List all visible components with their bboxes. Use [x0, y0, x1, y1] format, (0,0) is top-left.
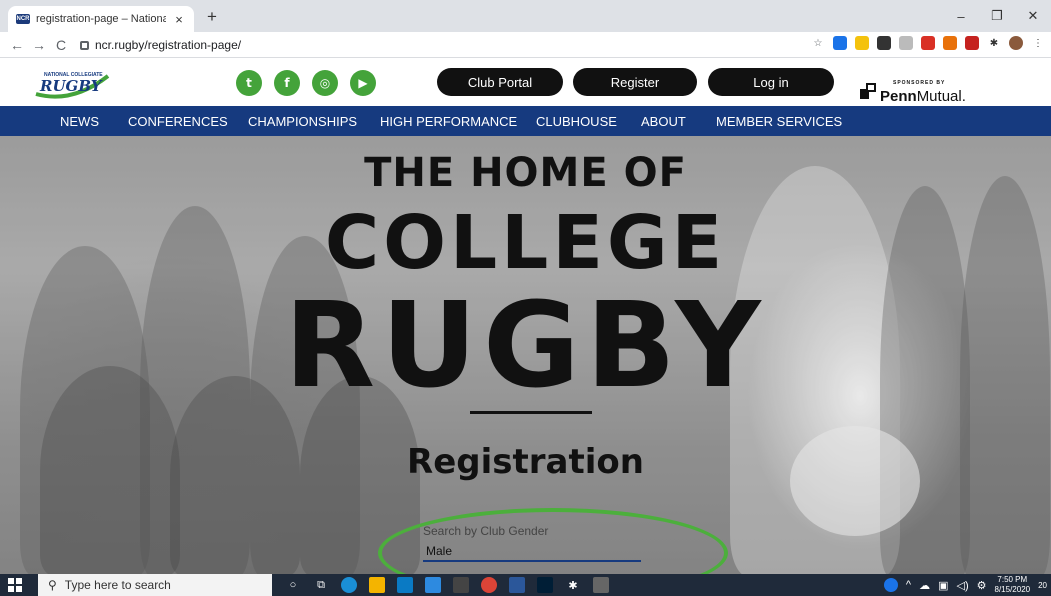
ncr-logo[interactable]: NATIONAL COLLEGIATE RUGBY: [32, 64, 112, 100]
store-icon[interactable]: [453, 577, 469, 593]
browser-tabbar: NCR registration-page – National Coll × …: [0, 0, 1051, 32]
chevron-up-icon[interactable]: ^: [906, 579, 911, 591]
profile-avatar[interactable]: [1009, 36, 1023, 50]
clock-date: 8/15/2020: [994, 585, 1031, 594]
sponsored-by-label: SPONSORED BY: [893, 80, 946, 86]
extension-icon[interactable]: [877, 36, 891, 50]
tab-close-icon[interactable]: ×: [172, 12, 186, 27]
vpn-icon[interactable]: ⚙: [977, 579, 987, 592]
login-button[interactable]: Log in: [708, 68, 834, 96]
vscode-icon[interactable]: [397, 577, 413, 593]
hero-line-3: RUGBY: [284, 276, 767, 414]
hero-divider: [470, 411, 592, 414]
sponsor-brand: PennMutual.: [880, 88, 966, 105]
lock-icon: [80, 40, 89, 50]
help-icon[interactable]: [883, 578, 898, 592]
register-button[interactable]: Register: [573, 68, 697, 96]
taskbar-search-placeholder: Type here to search: [64, 578, 171, 592]
minimize-button[interactable]: –: [943, 0, 979, 32]
new-tab-button[interactable]: +: [202, 7, 222, 27]
taskbar-apps: ○ ⧉ ✱: [285, 577, 609, 593]
volume-icon[interactable]: ◁): [957, 579, 969, 592]
notification-count[interactable]: 20: [1038, 581, 1047, 590]
page-title: Registration: [407, 442, 644, 482]
nav-item-about[interactable]: ABOUT: [641, 114, 686, 129]
extension-icon[interactable]: [943, 36, 957, 50]
word-icon[interactable]: [509, 577, 525, 593]
facebook-icon[interactable]: f: [274, 70, 300, 96]
network-icon[interactable]: ▣: [938, 579, 948, 592]
club-portal-button[interactable]: Club Portal: [437, 68, 563, 96]
taskbar-search[interactable]: ⚲ Type here to search: [38, 574, 272, 596]
nav-item-conferences[interactable]: CONFERENCES: [128, 114, 228, 129]
browser-tab[interactable]: NCR registration-page – National Coll ×: [8, 6, 194, 32]
main-nav: NEWS CONFERENCES CHAMPIONSHIPS HIGH PERF…: [0, 106, 1051, 136]
reload-button[interactable]: C: [50, 37, 72, 53]
address-bar[interactable]: ncr.rugby/registration-page/: [80, 35, 850, 55]
penn-mutual-icon: [860, 82, 876, 99]
task-view-icon[interactable]: ⧉: [313, 577, 329, 593]
puzzle-icon[interactable]: ✱: [987, 36, 1001, 50]
close-window-button[interactable]: ✕: [1015, 0, 1051, 32]
url-text: ncr.rugby/registration-page/: [95, 38, 242, 52]
cortana-icon[interactable]: ○: [285, 577, 301, 593]
settings-icon[interactable]: ✱: [565, 577, 581, 593]
tab-title: registration-page – National Coll: [36, 13, 166, 25]
menu-dots-icon[interactable]: ⋮: [1031, 36, 1045, 50]
file-explorer-icon[interactable]: [369, 577, 385, 593]
search-icon: ⚲: [48, 578, 57, 592]
extension-icons: ☆ ✱ ⋮: [811, 36, 1045, 50]
extension-icon[interactable]: [921, 36, 935, 50]
hero-line-1: THE HOME OF: [364, 150, 687, 196]
browser-toolbar: ← → C ncr.rugby/registration-page/ ☆ ✱ ⋮: [0, 32, 1051, 58]
windows-taskbar: ⚲ Type here to search ○ ⧉ ✱ ^ ☁ ▣ ◁) ⚙ 7…: [0, 574, 1051, 596]
maximize-button[interactable]: ❐: [979, 0, 1015, 32]
nav-item-news[interactable]: NEWS: [60, 114, 99, 129]
nav-item-championships[interactable]: CHAMPIONSHIPS: [248, 114, 357, 129]
bookmark-star-icon[interactable]: ☆: [811, 36, 825, 50]
system-tray: ^ ☁ ▣ ◁) ⚙ 7:50 PM 8/15/2020 20: [883, 574, 1047, 596]
instagram-icon[interactable]: ◎: [312, 70, 338, 96]
forward-button[interactable]: →: [28, 37, 50, 53]
clock-time: 7:50 PM: [997, 575, 1028, 584]
edge-icon[interactable]: [341, 577, 357, 593]
photoshop-icon[interactable]: [537, 577, 553, 593]
social-links: t f ◎ ▶: [236, 70, 376, 96]
app-icon[interactable]: [593, 577, 609, 593]
window-controls: – ❐ ✕: [943, 0, 1051, 32]
nav-item-clubhouse[interactable]: CLUBHOUSE: [536, 114, 617, 129]
site-header: NATIONAL COLLEGIATE RUGBY t f ◎ ▶ Club P…: [0, 58, 1051, 106]
hero-section: THE HOME OF COLLEGE RUGBY Registration S…: [0, 136, 1051, 574]
nav-item-high-performance[interactable]: HIGH PERFORMANCE: [380, 114, 517, 129]
logo-main-text: RUGBY: [39, 77, 103, 95]
twitter-icon[interactable]: t: [236, 70, 262, 96]
mail-icon[interactable]: [425, 577, 441, 593]
extension-icon[interactable]: [855, 36, 869, 50]
back-button[interactable]: ←: [6, 37, 28, 53]
hero-line-2: COLLEGE: [324, 200, 727, 286]
extension-icon[interactable]: [899, 36, 913, 50]
site-favicon-icon: NCR: [16, 14, 30, 24]
nav-item-member-services[interactable]: MEMBER SERVICES: [716, 114, 842, 129]
extension-icon[interactable]: [833, 36, 847, 50]
youtube-icon[interactable]: ▶: [350, 70, 376, 96]
extension-icon[interactable]: [965, 36, 979, 50]
chrome-icon[interactable]: [481, 577, 497, 593]
clock[interactable]: 7:50 PM 8/15/2020: [995, 575, 1031, 595]
onedrive-icon[interactable]: ☁: [919, 579, 930, 592]
windows-start-icon[interactable]: [8, 578, 22, 592]
